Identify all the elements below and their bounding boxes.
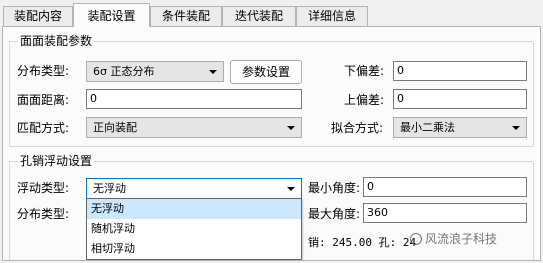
chevron-down-icon — [287, 126, 295, 130]
watermark: 风流浪子科技 — [410, 230, 497, 247]
select-value: 正向装配 — [93, 121, 137, 134]
watermark-text: 风流浪子科技 — [425, 232, 498, 246]
surface-distance-input[interactable]: 0 — [86, 89, 302, 109]
chevron-down-icon — [512, 126, 520, 130]
float-type-dropdown: 无浮动 随机浮动 相切浮动 — [86, 198, 302, 260]
distribution-type-label: 分布类型: — [17, 64, 70, 78]
group-title: 孔销浮动设置 — [18, 154, 95, 168]
param-settings-button[interactable]: 参数设置 — [230, 60, 302, 84]
dropdown-option-no-float[interactable]: 无浮动 — [87, 199, 301, 219]
distribution-type-select[interactable]: 6σ 正态分布 — [86, 61, 224, 82]
min-angle-label: 最小角度: — [308, 181, 361, 195]
select-value: 最小二乘法 — [400, 121, 455, 134]
chevron-down-icon — [209, 70, 217, 74]
lower-deviation-label: 下偏差: — [344, 64, 385, 78]
upper-deviation-label: 上偏差: — [344, 93, 385, 107]
min-angle-input[interactable]: 0 — [363, 177, 527, 197]
match-mode-label: 匹配方式: — [17, 121, 70, 135]
tab-strip: 装配内容 装配设置 条件装配 迭代装配 详细信息 — [0, 0, 543, 27]
dropdown-option-tangent-float[interactable]: 相切浮动 — [87, 239, 301, 259]
wechat-icon — [410, 233, 422, 245]
settings-panel: 面面装配参数 分布类型: 6σ 正态分布 参数设置 下偏差: 0 面面距离: 0… — [2, 26, 541, 261]
fit-mode-select[interactable]: 最小二乘法 — [393, 117, 527, 138]
select-value: 6σ 正态分布 — [93, 65, 155, 78]
tab-conditional-assembly[interactable]: 条件装配 — [150, 6, 222, 26]
float-type-select[interactable]: 无浮动 — [86, 178, 302, 199]
distribution-type-label-2: 分布类型: — [17, 207, 70, 221]
upper-deviation-input[interactable]: 0 — [393, 89, 527, 109]
group-title: 面面装配参数 — [18, 34, 95, 48]
lower-deviation-input[interactable]: 0 — [393, 61, 527, 81]
float-type-label: 浮动类型: — [17, 181, 70, 195]
dropdown-option-random-float[interactable]: 随机浮动 — [87, 219, 301, 239]
tab-details[interactable]: 详细信息 — [296, 6, 368, 26]
tab-assembly-content[interactable]: 装配内容 — [3, 6, 73, 26]
fit-mode-label: 拟合方式: — [331, 121, 384, 135]
surface-distance-label: 面面距离: — [17, 93, 70, 107]
tab-assembly-settings[interactable]: 装配设置 — [73, 3, 150, 27]
select-value: 无浮动 — [93, 182, 126, 195]
match-mode-select[interactable]: 正向装配 — [86, 117, 302, 138]
pin-hole-status: 销: 245.00 孔: 24 — [308, 236, 417, 249]
max-angle-label: 最大角度: — [308, 207, 361, 221]
max-angle-input[interactable]: 360 — [363, 203, 527, 223]
chevron-down-icon — [287, 187, 295, 191]
tab-iterative-assembly[interactable]: 迭代装配 — [222, 6, 296, 26]
